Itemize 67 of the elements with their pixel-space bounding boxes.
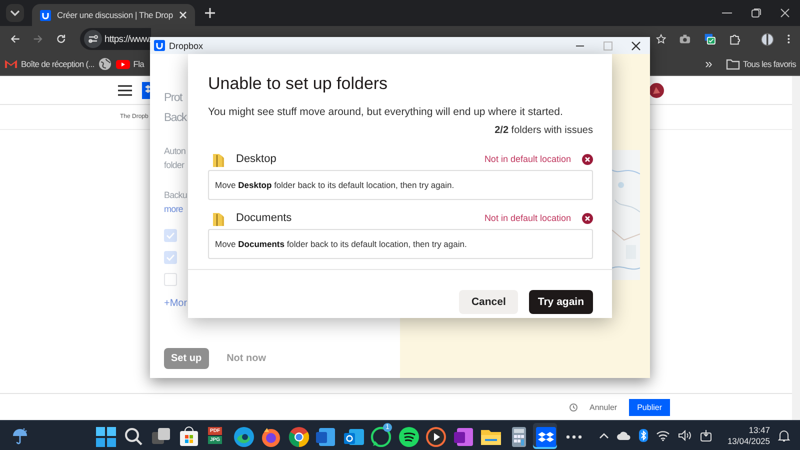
publish-button[interactable]: Publier — [629, 398, 670, 416]
more-bookmarks-button[interactable]: » — [705, 56, 712, 71]
globe-icon — [98, 56, 112, 70]
description-text: Backu — [164, 189, 188, 202]
checkbox[interactable] — [164, 273, 177, 286]
url-text: https://www. — [104, 34, 151, 44]
forward-icon — [33, 33, 44, 45]
clock-date[interactable]: 13/04/2025 — [727, 436, 770, 446]
error-icon — [582, 212, 593, 224]
cancel-button[interactable]: Cancel — [459, 290, 518, 314]
bookmark[interactable]: Fla — [116, 56, 144, 70]
all-bookmarks-button[interactable]: Tous les favoris — [726, 58, 796, 70]
description-text: folder — [164, 159, 184, 172]
dropbox-icon — [40, 10, 51, 20]
avatar-icon[interactable] — [649, 82, 664, 98]
tab-list-icon[interactable] — [6, 4, 24, 22]
dialog-message: You might see stuff move around, but everything will end up where it started. — [208, 106, 564, 118]
instruction-text: Move Documents folder back to its default location, then try again. — [208, 229, 593, 259]
cloud-icon[interactable] — [617, 431, 632, 440]
close-icon[interactable] — [780, 8, 790, 18]
issue-count: 2/2 folders with issues — [494, 125, 593, 136]
dropbox-icon[interactable] — [533, 422, 557, 448]
star-icon[interactable] — [656, 33, 666, 45]
address-bar[interactable]: https://www. — [80, 28, 151, 50]
close-icon[interactable] — [631, 40, 641, 50]
error-icon — [582, 154, 593, 164]
new-tab-icon[interactable] — [204, 8, 215, 18]
scrollbar[interactable] — [792, 76, 800, 420]
chevron-up-icon[interactable] — [599, 432, 610, 439]
extension-icon[interactable] — [704, 32, 716, 46]
back-icon[interactable] — [10, 33, 20, 45]
status-text: Not in default location — [484, 154, 571, 164]
wifi-icon[interactable] — [656, 430, 670, 441]
speaker-icon[interactable] — [678, 430, 692, 441]
bookmark[interactable] — [98, 56, 112, 70]
folder-icon — [726, 58, 740, 70]
cancel-button[interactable]: Annuler — [586, 402, 622, 412]
bookmark[interactable]: Boîte de réception (... — [4, 56, 94, 70]
description-text: Auton — [164, 145, 186, 158]
browser-tab[interactable]: Créer une discussion | The Drop — [32, 4, 195, 26]
heading-text: Prot — [164, 91, 182, 106]
status-text: Not in default location — [484, 213, 571, 223]
dropbox-icon — [154, 40, 165, 51]
dialog-title: Unable to set up folders — [208, 74, 389, 94]
restore-icon[interactable] — [751, 8, 761, 18]
instruction-text: Move Desktop folder back to its default location, then try again. — [208, 170, 593, 200]
menu-icon[interactable] — [118, 84, 132, 96]
menu-icon[interactable] — [786, 33, 790, 45]
folder-name: Desktop — [236, 153, 276, 165]
reload-icon[interactable] — [56, 33, 67, 45]
history-icon[interactable] — [568, 402, 578, 412]
clock-time[interactable]: 13:47 — [748, 424, 770, 436]
camera-icon[interactable] — [679, 33, 691, 45]
tab-title: Créer une discussion | The Drop — [57, 10, 173, 20]
heading-text: Back — [164, 111, 186, 126]
site-settings-icon[interactable] — [84, 30, 102, 48]
weather-icon[interactable] — [11, 426, 29, 444]
notification-bell-icon[interactable] — [778, 429, 790, 442]
try-again-button[interactable]: Try again — [528, 290, 593, 314]
puzzle-icon[interactable] — [728, 32, 740, 46]
checkbox[interactable] — [164, 229, 177, 242]
bluetooth-icon[interactable] — [639, 429, 648, 442]
maximize-icon — [603, 40, 613, 50]
checkbox[interactable] — [164, 251, 177, 264]
folder-name: Documents — [236, 212, 292, 224]
window-title: Dropbox — [169, 40, 204, 50]
avatar-icon[interactable] — [760, 32, 774, 46]
